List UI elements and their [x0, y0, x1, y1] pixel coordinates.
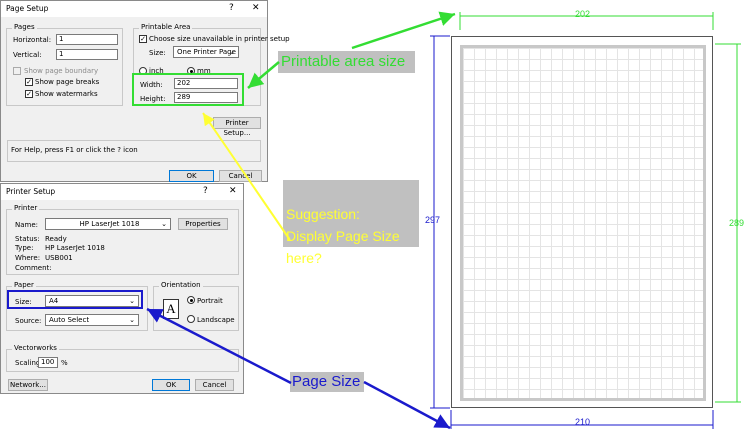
- green-arrow-to-dimension: [351, 11, 456, 50]
- blue-arrow-to-dialog: [146, 307, 292, 385]
- blue-arrow-to-dimension: [363, 380, 451, 430]
- annotation-overlay: [7, 11, 741, 430]
- width-height-highlight: [132, 73, 244, 106]
- green-arrow-to-dialog: [247, 61, 280, 89]
- yellow-arrow-to-dialog: [202, 112, 291, 241]
- paper-size-highlight: [7, 290, 143, 309]
